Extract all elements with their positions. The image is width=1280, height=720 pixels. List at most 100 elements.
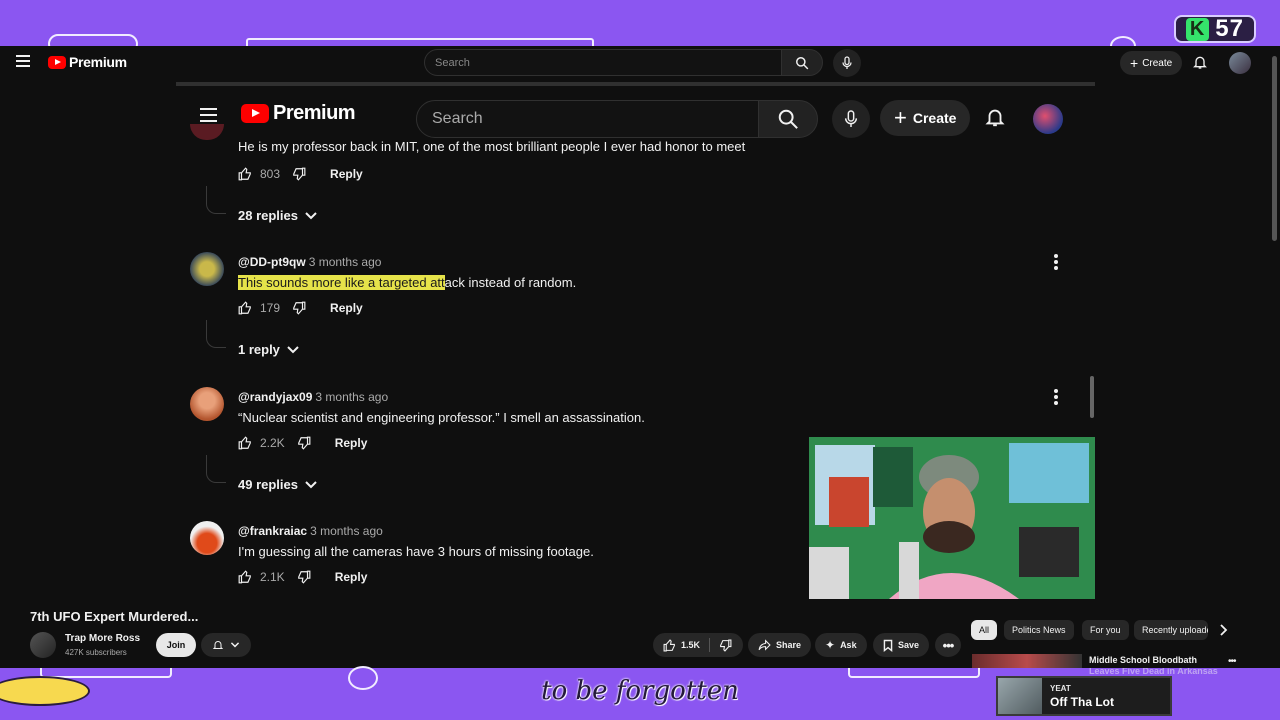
webcam-overlay	[809, 437, 1095, 599]
view-replies-button[interactable]: 49 replies	[238, 477, 318, 492]
comments-scrollbar[interactable]	[1090, 376, 1094, 418]
comment-author[interactable]: @frankraiac 3 months ago	[238, 524, 383, 538]
like-count: 2.2K	[260, 436, 285, 450]
thread-line	[206, 186, 226, 214]
chip-for-you[interactable]: For you	[1082, 620, 1129, 640]
thumbs-down-icon[interactable]	[297, 570, 311, 584]
chip-all[interactable]: All	[971, 620, 998, 640]
reply-button[interactable]: Reply	[330, 167, 363, 181]
subscription-bell-button[interactable]	[201, 633, 251, 657]
search-icon	[778, 109, 798, 129]
reply-button[interactable]: Reply	[335, 436, 368, 450]
menu-icon[interactable]	[200, 108, 217, 122]
now-playing-track: Off Tha Lot	[1050, 694, 1114, 709]
ask-button[interactable]: ✦ Ask	[815, 633, 867, 657]
channel-name[interactable]: Trap More Ross	[65, 633, 140, 644]
search-button[interactable]	[758, 100, 818, 138]
join-button[interactable]: Join	[156, 633, 196, 657]
plus-icon: +	[1130, 55, 1139, 71]
more-horiz-icon: •••	[942, 637, 955, 653]
comment-text: “Nuclear scientist and engineering profe…	[238, 410, 645, 425]
thumbs-up-icon[interactable]	[238, 167, 252, 181]
thumbs-up-icon[interactable]	[663, 638, 676, 652]
voice-search-button[interactable]	[833, 49, 861, 77]
thumbs-down-icon[interactable]	[292, 301, 306, 315]
author-handle[interactable]: @randyjax09	[238, 390, 312, 404]
badge-number: 57	[1215, 15, 1244, 42]
comment-avatar[interactable]	[190, 521, 224, 555]
author-handle[interactable]: @frankraiac	[238, 524, 307, 538]
account-avatar[interactable]	[1229, 52, 1251, 74]
notifications-button[interactable]	[984, 106, 1006, 133]
comment-text: This sounds more like a targeted attack …	[238, 275, 576, 290]
youtube-premium-logo[interactable]: Premium	[241, 102, 356, 125]
like-count: 179	[260, 301, 281, 315]
chevron-right-icon[interactable]	[1218, 623, 1228, 641]
now-playing-widget: YEAT Off Tha Lot	[996, 676, 1172, 716]
album-art	[998, 678, 1042, 714]
view-replies-button[interactable]: 28 replies	[238, 208, 318, 223]
share-icon	[758, 639, 771, 651]
voice-search-button[interactable]	[832, 100, 870, 138]
replies-count: 49 replies	[238, 477, 298, 492]
chevron-down-icon	[287, 345, 299, 353]
streamer-webcam-image	[809, 437, 1095, 599]
notifications-button[interactable]	[1192, 54, 1208, 75]
account-avatar[interactable]	[1033, 104, 1063, 134]
comment-time[interactable]: 3 months ago	[309, 255, 382, 269]
like-dislike-group: 1.5K	[653, 633, 743, 657]
search-input[interactable]: Search	[416, 100, 760, 138]
chevron-down-icon	[305, 480, 317, 488]
highlighted-text: This sounds more like a targeted att	[238, 275, 445, 290]
share-label: Share	[776, 640, 802, 650]
reply-button[interactable]: Reply	[335, 570, 368, 584]
comment-actions: 2.2K Reply	[238, 433, 367, 453]
create-button[interactable]: + Create	[880, 100, 971, 136]
recommended-title[interactable]: Middle School Bloodbath	[1089, 655, 1197, 665]
thumbs-up-icon[interactable]	[238, 301, 252, 315]
create-button[interactable]: + Create	[1120, 51, 1183, 75]
channel-avatar[interactable]	[30, 632, 56, 658]
thumbs-up-icon[interactable]	[238, 570, 252, 584]
more-vert-icon[interactable]	[1054, 254, 1058, 270]
thumbs-down-icon[interactable]	[292, 167, 306, 181]
thumbs-down-icon[interactable]	[297, 436, 311, 450]
comment-time[interactable]: 3 months ago	[310, 524, 383, 538]
comment-actions: 2.1K Reply	[238, 567, 367, 587]
like-count: 803	[260, 167, 281, 181]
share-button[interactable]: Share	[748, 633, 812, 657]
comment-avatar[interactable]	[190, 252, 224, 286]
page-scrollbar[interactable]	[1272, 56, 1277, 241]
comment-author[interactable]: @DD-pt9qw 3 months ago	[238, 255, 381, 269]
now-playing-artist: YEAT	[1050, 683, 1071, 693]
comment-author[interactable]: @randyjax09 3 months ago	[238, 390, 388, 404]
comment-avatar[interactable]	[190, 387, 224, 421]
outer-header: Premium Search + Create	[0, 46, 1280, 80]
chip-recently-uploaded[interactable]: Recently uploaded	[1134, 620, 1208, 640]
author-handle[interactable]: @DD-pt9qw	[238, 255, 306, 269]
thumbs-down-icon[interactable]	[719, 639, 732, 652]
comment-text: He is my professor back in MIT, one of t…	[238, 139, 746, 154]
more-actions-button[interactable]: •••	[935, 633, 961, 657]
stream-overlay-top	[0, 0, 1280, 56]
bell-icon	[1193, 56, 1207, 69]
reply-button[interactable]: Reply	[330, 301, 363, 315]
search-button[interactable]	[781, 49, 823, 76]
video-like-count[interactable]: 1.5K	[681, 640, 700, 650]
comment-actions: 803 Reply	[238, 164, 363, 184]
thread-line	[206, 320, 226, 348]
youtube-premium-logo[interactable]: Premium	[48, 54, 127, 70]
comment-text: I'm guessing all the cameras have 3 hour…	[238, 544, 594, 559]
chip-politics-news[interactable]: Politics News	[1004, 620, 1074, 640]
menu-icon[interactable]	[16, 55, 30, 67]
more-vert-icon[interactable]: •••	[1228, 656, 1236, 667]
chevron-down-icon	[305, 211, 317, 219]
sparkle-icon: ✦	[825, 638, 836, 652]
more-vert-icon[interactable]	[1054, 389, 1058, 405]
comment-time[interactable]: 3 months ago	[315, 390, 388, 404]
view-replies-button[interactable]: 1 reply	[238, 342, 300, 357]
thumbs-up-icon[interactable]	[238, 436, 252, 450]
save-button[interactable]: Save	[873, 633, 930, 657]
search-input[interactable]: Search	[424, 49, 782, 76]
recommended-thumbnail[interactable]	[972, 654, 1082, 668]
